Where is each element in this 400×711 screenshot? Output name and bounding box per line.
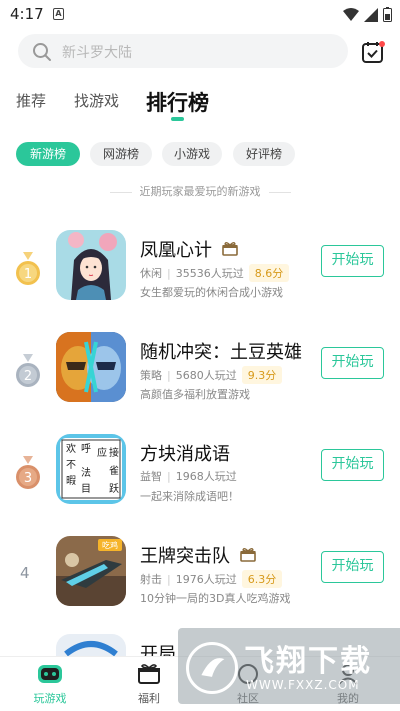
game-name-text: 方块消成语 <box>140 444 230 465</box>
game-name-text: 凤凰心计 <box>140 240 212 261</box>
game-category: 策略 <box>140 369 162 382</box>
icon-char: 欢 <box>66 442 76 455</box>
game-meta: 休闲 | 35536人玩过 8.6分 <box>140 264 290 282</box>
search-bar[interactable]: 新斗罗大陆 <box>18 34 348 68</box>
game-description: 女生都爱玩的休闲合成小游戏 <box>140 286 283 299</box>
game-category: 益智 <box>140 470 162 483</box>
start-play-button[interactable]: 开始玩 <box>321 245 384 277</box>
gamepad-icon <box>38 665 62 683</box>
start-play-button[interactable]: 开始玩 <box>321 449 384 481</box>
game-description: 10分钟一局的3D真人吃鸡游戏 <box>140 592 291 605</box>
game-row[interactable]: 4 吃鸡 王牌突击队 射击 | 1976人玩过 6.3分 10分钟一局的3D真人吃… <box>0 534 400 624</box>
watermark-overlay: 飞翔下载 WWW.FXXZ.COM <box>178 628 400 704</box>
game-row[interactable]: 2 随机冲突：土豆英雄 策略 | 5680人玩过 9.3分 高颜值多福利放置游戏 … <box>0 330 400 420</box>
game-description: 高颜值多福利放置游戏 <box>140 388 250 401</box>
bronze-medal-icon: 3 <box>16 456 40 489</box>
game-score: 8.6分 <box>248 264 290 282</box>
notification-icon: A <box>53 8 64 20</box>
icon-char: 目 <box>81 484 91 495</box>
game-name-text: 王牌突击队 <box>140 546 230 567</box>
game-icon-potato-heroes[interactable] <box>56 332 126 402</box>
game-row[interactable]: 3 欢 呼 应 接 不 雀 暇 法 目 跃 方块消成语 益智 | 1968人玩过 … <box>0 432 400 522</box>
gift-icon <box>221 242 238 256</box>
checkin-calendar-icon[interactable] <box>361 40 385 64</box>
game-category: 射击 <box>140 573 162 586</box>
game-name[interactable]: 开局 <box>140 640 176 656</box>
nav-play-games[interactable]: 玩游戏 <box>10 663 90 706</box>
gift-box-icon <box>138 664 160 684</box>
gift-icon <box>239 548 256 562</box>
icon-char: 暇 <box>66 475 76 487</box>
list-subtitle-text: 近期玩家最爱玩的新游戏 <box>139 185 261 198</box>
nav-label: 福利 <box>138 692 160 705</box>
game-players: 1968人玩过 <box>175 470 237 483</box>
nav-welfare[interactable]: 福利 <box>109 663 189 706</box>
game-icon-phoenix[interactable] <box>56 230 126 300</box>
game-players: 1976人玩过 <box>175 573 237 586</box>
tab-rankings[interactable]: 排行榜 <box>146 87 209 117</box>
list-subtitle: 近期玩家最爱玩的新游戏 <box>0 183 400 199</box>
game-players: 35536人玩过 <box>175 267 244 280</box>
start-play-button[interactable]: 开始玩 <box>321 551 384 583</box>
icon-char: 不 <box>66 460 76 471</box>
icon-char: 雀 <box>109 465 119 477</box>
status-icons <box>343 7 392 22</box>
search-icon <box>33 43 51 61</box>
icon-char: 接 <box>109 446 119 459</box>
icon-char: 跃 <box>109 483 119 495</box>
status-time: 4:17 <box>10 5 44 23</box>
game-icon-idiom-blocks[interactable]: 欢 呼 应 接 不 雀 暇 法 目 跃 <box>56 434 126 504</box>
wifi-icon <box>343 7 359 21</box>
chip-new-games[interactable]: 新游榜 <box>16 142 80 166</box>
chip-online-games[interactable]: 网游榜 <box>90 142 152 166</box>
search-placeholder: 新斗罗大陆 <box>62 45 132 61</box>
icon-char: 呼 <box>81 443 91 455</box>
icon-char: 法 <box>81 466 91 479</box>
nav-label: 玩游戏 <box>33 692 67 705</box>
game-meta: 策略 | 5680人玩过 9.3分 <box>140 366 283 384</box>
watermark-url: WWW.FXXZ.COM <box>246 678 360 692</box>
game-name-text: 随机冲突：土豆英雄 <box>140 342 302 363</box>
rank-number: 4 <box>20 564 30 582</box>
game-description: 一起来消除成语吧！ <box>140 490 239 503</box>
silver-medal-icon: 2 <box>16 354 40 387</box>
battery-icon <box>383 7 392 22</box>
game-row[interactable]: 1 凤凰心计 休闲 | 35536人玩过 8.6分 女生都爱玩的休闲合成小游戏 开… <box>0 228 400 318</box>
game-icon-ace-commando[interactable]: 吃鸡 <box>56 536 126 606</box>
icon-badge: 吃鸡 <box>102 540 118 550</box>
game-category: 休闲 <box>140 267 162 280</box>
game-score: 6.3分 <box>241 570 283 588</box>
watermark-logo-icon <box>186 642 238 694</box>
game-name[interactable]: 随机冲突：土豆英雄 <box>140 338 302 364</box>
tab-recommend[interactable]: 推荐 <box>16 90 46 111</box>
game-name[interactable]: 方块消成语 <box>140 440 230 466</box>
game-meta: 益智 | 1968人玩过 <box>140 469 237 484</box>
signal-icon <box>364 7 378 22</box>
rank-number: 3 <box>24 471 32 486</box>
active-tab-indicator <box>171 117 184 121</box>
game-icon-partial[interactable] <box>56 634 126 656</box>
game-score: 9.3分 <box>241 366 283 384</box>
game-name[interactable]: 凤凰心计 <box>140 236 238 262</box>
start-play-button[interactable]: 开始玩 <box>321 347 384 379</box>
rank-number: 2 <box>24 369 32 384</box>
gold-medal-icon: 1 <box>16 252 40 285</box>
tab-find-games[interactable]: 找游戏 <box>74 90 119 111</box>
status-bar: 4:17 A <box>0 0 400 30</box>
icon-char: 应 <box>97 446 107 459</box>
game-meta: 射击 | 1976人玩过 6.3分 <box>140 570 283 588</box>
game-name[interactable]: 王牌突击队 <box>140 542 256 568</box>
game-name-text: 开局 <box>140 644 176 656</box>
game-players: 5680人玩过 <box>175 369 237 382</box>
chip-top-rated[interactable]: 好评榜 <box>233 142 295 166</box>
chip-mini-games[interactable]: 小游戏 <box>162 142 222 166</box>
rank-number: 1 <box>24 267 32 282</box>
watermark-title: 飞翔下载 <box>244 644 372 679</box>
